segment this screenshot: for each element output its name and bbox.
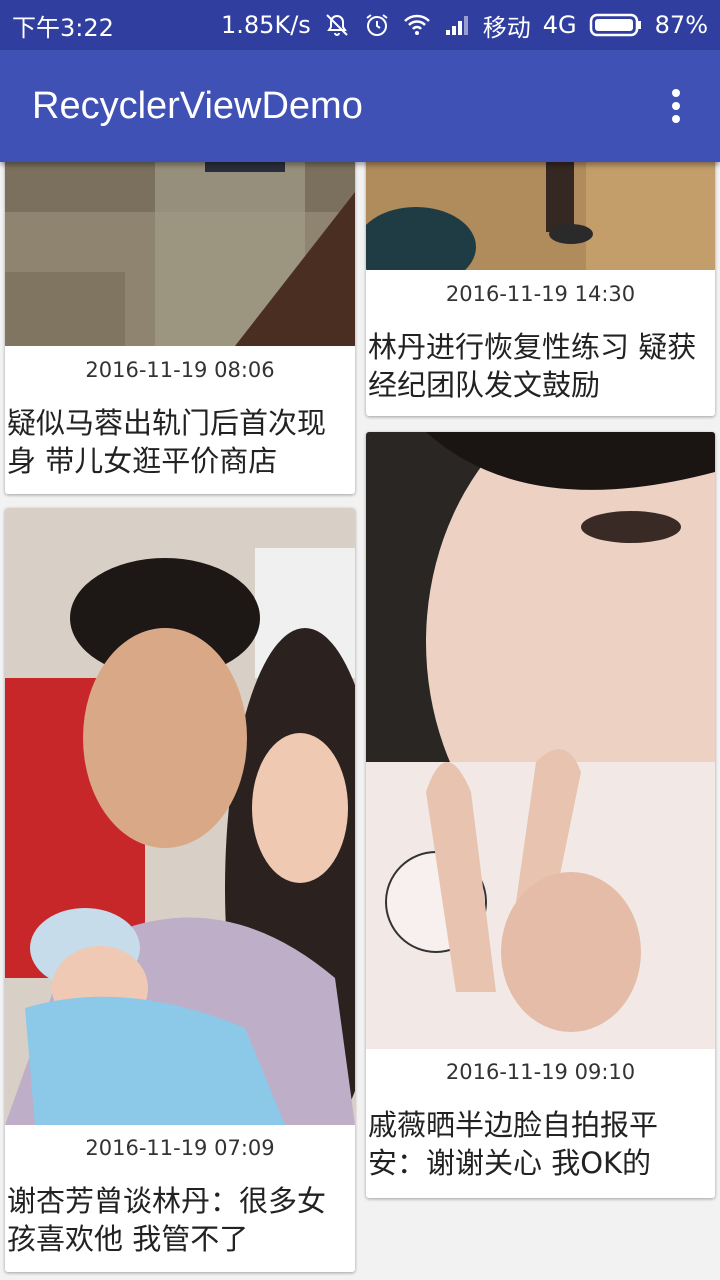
status-time: 下午3:22 (12, 13, 114, 42)
network-speed: 1.85K/s (221, 11, 311, 39)
news-title: 戚薇晒半边脸自拍报平安：谢谢关心 我OK的 (368, 1108, 659, 1180)
news-title: 谢杏芳曾谈林丹：很多女孩喜欢他 我管不了 (7, 1184, 327, 1256)
news-card[interactable]: 2016-11-19 08:06 疑似马蓉出轨门后首次现身 带儿女逛平价商店 (5, 162, 355, 494)
signal-icon (443, 11, 471, 39)
battery-icon (589, 11, 643, 39)
app-bar: RecyclerViewDemo (0, 50, 720, 162)
more-vert-icon[interactable] (652, 80, 700, 132)
news-title: 林丹进行恢复性练习 疑获经纪团队发文鼓励 (368, 330, 697, 402)
news-date: 2016-11-19 09:10 (445, 1060, 636, 1084)
news-title: 疑似马蓉出轨门后首次现身 带儿女逛平价商店 (7, 406, 327, 478)
wifi-icon (403, 11, 431, 39)
mute-icon (323, 11, 351, 39)
news-card[interactable]: 2016-11-19 09:10 戚薇晒半边脸自拍报平安：谢谢关心 我OK的 (366, 432, 715, 1198)
alarm-icon (363, 11, 391, 39)
recycler-view[interactable]: 2016-11-19 08:06 疑似马蓉出轨门后首次现身 带儿女逛平价商店 2… (0, 162, 720, 1280)
battery-percent: 87% (654, 11, 708, 39)
news-card[interactable]: 2016-11-19 07:09 谢杏芳曾谈林丹：很多女孩喜欢他 我管不了 (5, 508, 355, 1272)
carrier-name: 移动 (482, 13, 531, 42)
news-photo (5, 508, 355, 1125)
news-date: 2016-11-19 14:30 (445, 282, 636, 306)
network-type: 4G (542, 11, 577, 39)
status-right-group: 1.85K/s 移动 4G 87% (221, 8, 708, 43)
news-date: 2016-11-19 08:06 (85, 358, 275, 382)
app-title: RecyclerViewDemo (32, 85, 363, 127)
news-photo (366, 162, 715, 270)
news-photo (366, 432, 715, 1049)
status-bar: 下午3:22 1.85K/s 移动 4G 87% (0, 0, 720, 50)
news-card[interactable]: 2016-11-19 14:30 林丹进行恢复性练习 疑获经纪团队发文鼓励 (366, 162, 715, 416)
news-photo (5, 162, 355, 346)
news-date: 2016-11-19 07:09 (85, 1136, 275, 1160)
